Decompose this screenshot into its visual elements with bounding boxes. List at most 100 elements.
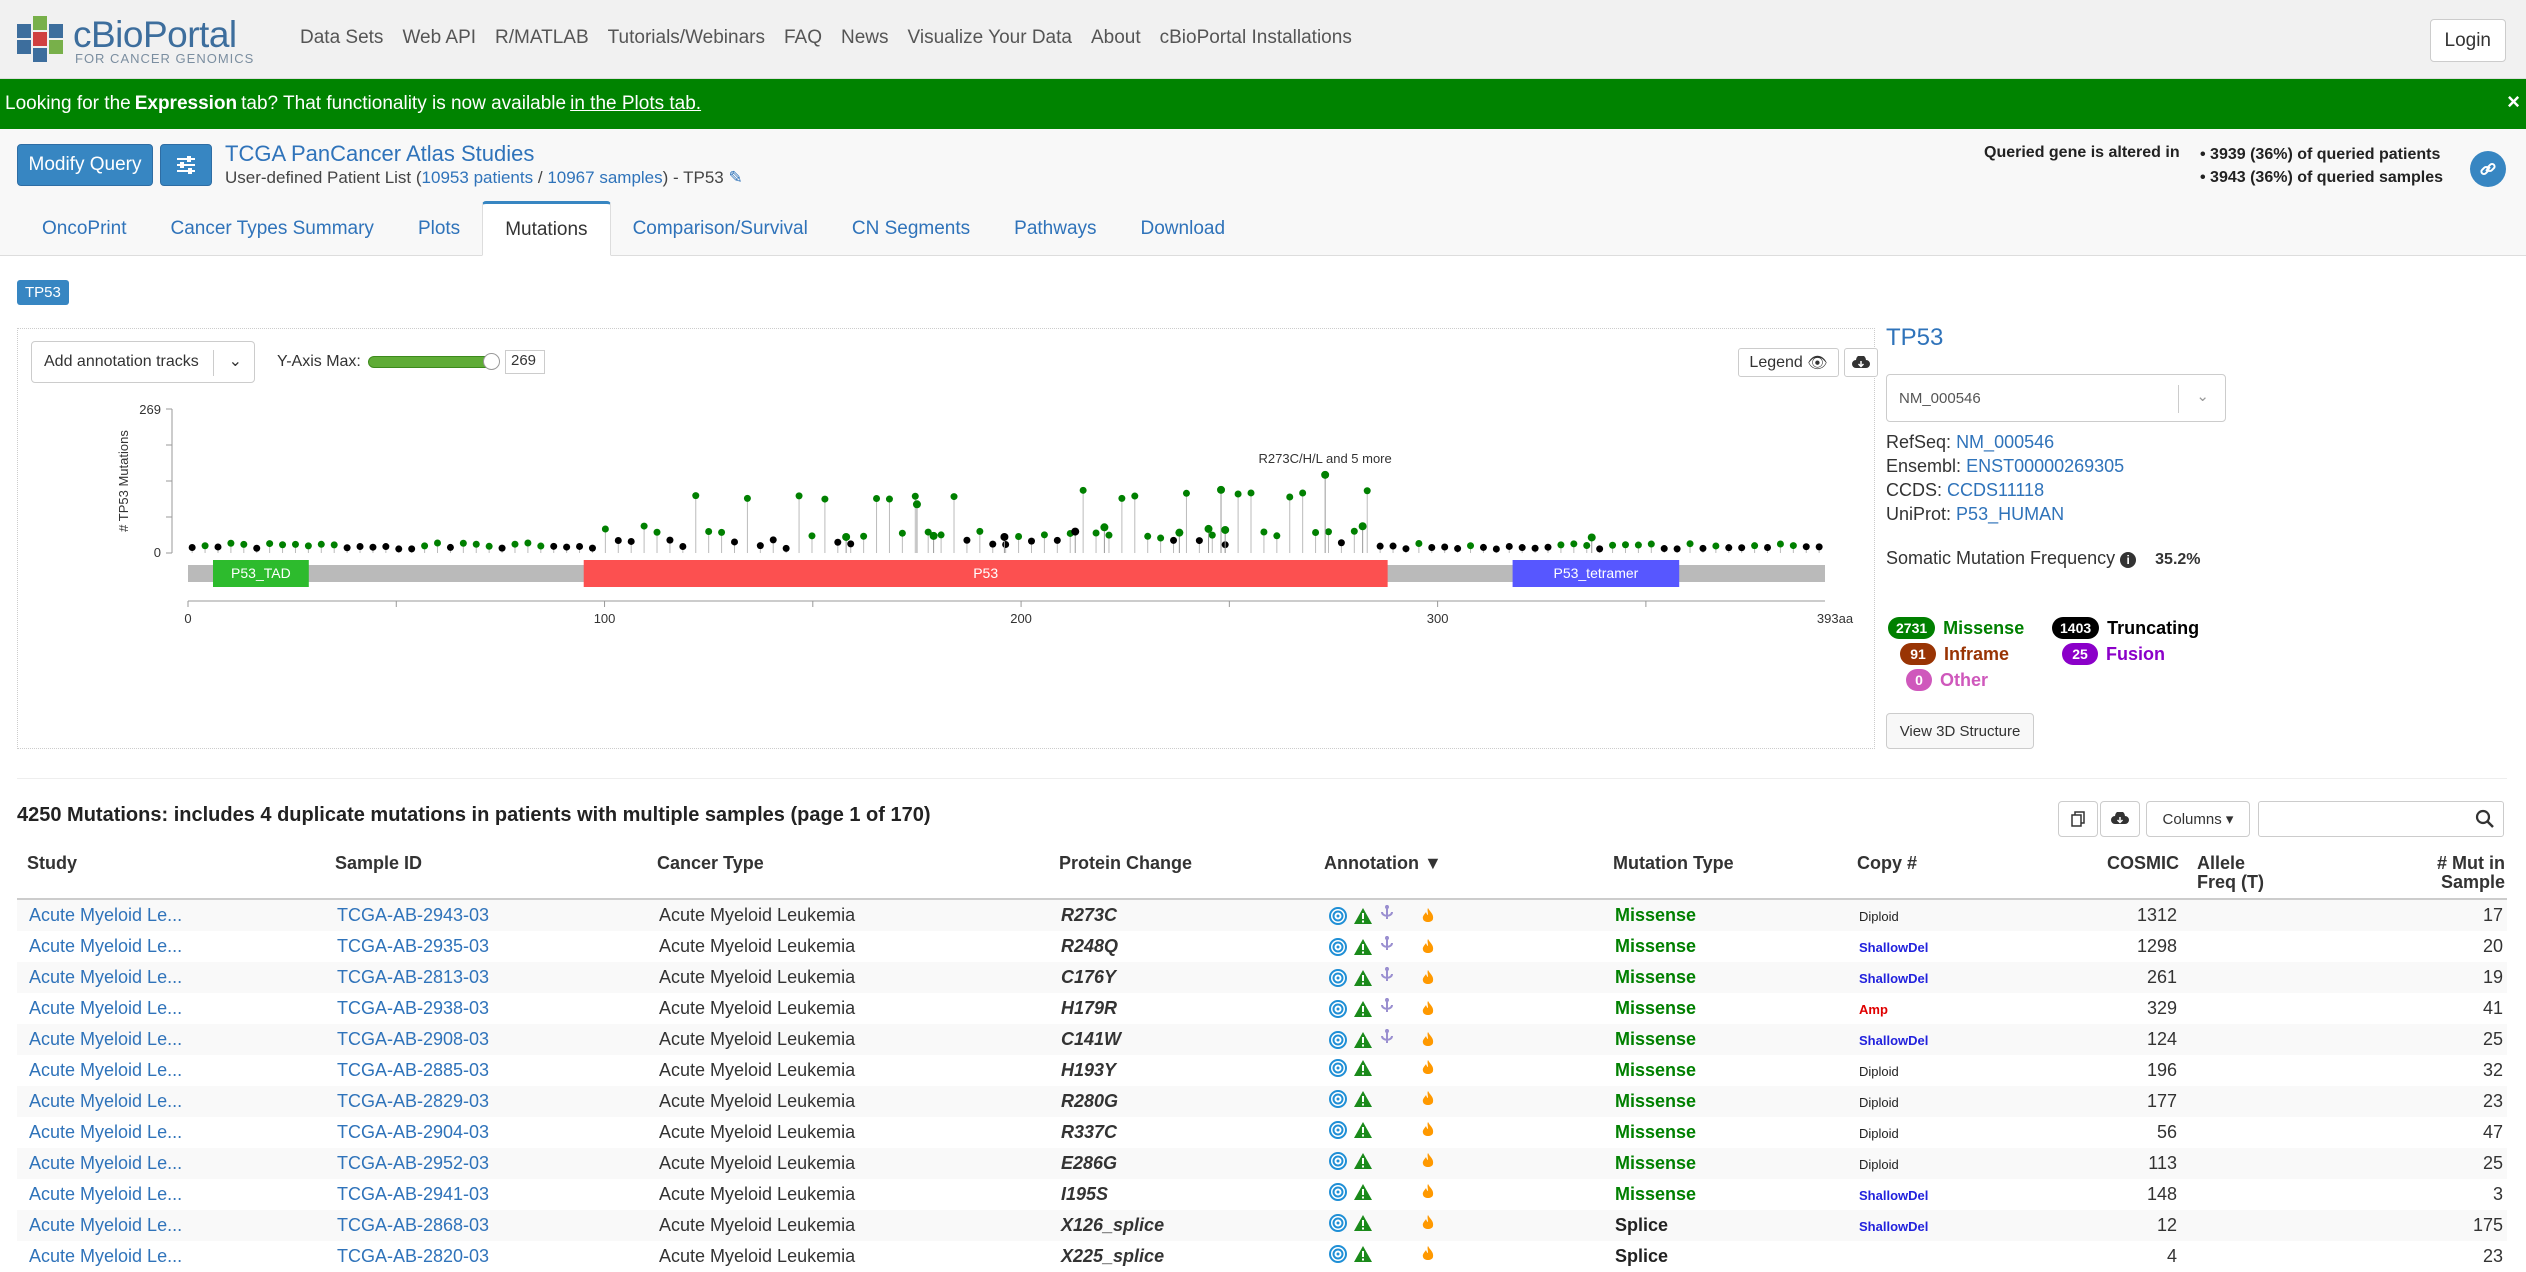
warning-triangle-icon[interactable] [1353,1000,1373,1018]
login-button[interactable]: Login [2429,19,2506,62]
warning-triangle-icon[interactable] [1353,1059,1373,1077]
samples-count[interactable]: 10967 [547,168,594,187]
hotspot-flame-icon[interactable] [1421,1152,1435,1170]
nav-installations[interactable]: cBioPortal Installations [1160,27,1352,49]
filter-other[interactable]: 0 Other [1906,669,1988,691]
protein-change-cell[interactable]: R280G [1061,1091,1118,1112]
cosmic-cell[interactable]: 124 [2097,1029,2177,1050]
oncokb-icon[interactable] [1329,968,1347,987]
cosmic-cell[interactable]: 1312 [2097,905,2177,926]
protein-change-cell[interactable]: R337C [1061,1122,1117,1143]
tab-plots[interactable]: Plots [396,201,482,256]
warning-triangle-icon[interactable] [1353,969,1373,987]
sample-id-link[interactable]: TCGA-AB-2935-03 [337,936,489,956]
warning-triangle-icon[interactable] [1353,1090,1373,1108]
study-link[interactable]: Acute Myeloid Le... [29,1153,182,1173]
sample-id-link[interactable]: TCGA-AB-2868-03 [337,1215,489,1235]
sample-id-link[interactable]: TCGA-AB-2813-03 [337,967,489,987]
warning-triangle-icon[interactable] [1353,1183,1373,1201]
hotspot-flame-icon[interactable] [1421,1121,1435,1139]
legend-button[interactable]: Legend 👁 [1738,348,1839,377]
refseq-link[interactable]: NM_000546 [1956,432,2054,452]
hotspot-flame-icon[interactable] [1421,938,1435,956]
sample-id-link[interactable]: TCGA-AB-2908-03 [337,1029,489,1049]
oncokb-icon[interactable] [1329,1121,1347,1139]
col-sample-id[interactable]: Sample ID [335,854,422,873]
study-link[interactable]: Acute Myeloid Le... [29,998,182,1018]
study-link[interactable]: Acute Myeloid Le... [29,1029,182,1049]
protein-change-cell[interactable]: I195S [1061,1184,1108,1205]
copy-button[interactable] [2058,801,2098,837]
oncokb-icon[interactable] [1329,999,1347,1018]
nav-visualize[interactable]: Visualize Your Data [908,27,1072,49]
hotspot-flame-icon[interactable] [1421,969,1435,987]
banner-plots-link[interactable]: in the Plots tab. [570,93,701,115]
protein-change-cell[interactable]: C141W [1061,1029,1121,1050]
cosmic-cell[interactable]: 56 [2097,1122,2177,1143]
filter-inframe[interactable]: 91 Inframe [1900,643,2009,665]
sample-id-link[interactable]: TCGA-AB-2952-03 [337,1153,489,1173]
settings-button[interactable] [160,144,212,186]
cosmic-cell[interactable]: 177 [2097,1091,2177,1112]
warning-triangle-icon[interactable] [1353,907,1373,925]
cosmic-cell[interactable]: 261 [2097,967,2177,988]
cosmic-cell[interactable]: 148 [2097,1184,2177,1205]
oncokb-icon[interactable] [1329,1214,1347,1232]
cosmic-cell[interactable]: 12 [2097,1215,2177,1236]
uniprot-link[interactable]: P53_HUMAN [1956,504,2064,524]
warning-triangle-icon[interactable] [1353,1031,1373,1049]
filter-fusion[interactable]: 25 Fusion [2062,643,2165,665]
nav-news[interactable]: News [841,27,889,49]
protein-change-cell[interactable]: H193Y [1061,1060,1116,1081]
tab-cn-segments[interactable]: CN Segments [830,201,992,256]
warning-triangle-icon[interactable] [1353,1214,1373,1232]
download-table-button[interactable] [2100,801,2140,837]
hotspot-flame-icon[interactable] [1421,1245,1435,1263]
oncokb-icon[interactable] [1329,1152,1347,1170]
cbioportal-logo[interactable]: cBioPortal FOR CANCER GENOMICS [17,14,253,68]
protein-change-cell[interactable]: C176Y [1061,967,1116,988]
ccds-link[interactable]: CCDS11118 [1947,480,2044,500]
nav-faq[interactable]: FAQ [784,27,822,49]
sample-id-link[interactable]: TCGA-AB-2829-03 [337,1091,489,1111]
study-link[interactable]: Acute Myeloid Le... [29,1091,182,1111]
hotspot-flame-icon[interactable] [1421,1183,1435,1201]
gene-name-link[interactable]: TP53 [1886,324,1943,352]
cosmic-cell[interactable]: 113 [2097,1153,2177,1174]
tab-pathways[interactable]: Pathways [992,201,1118,256]
study-title-link[interactable]: TCGA PanCancer Atlas Studies [225,141,534,167]
cosmic-cell[interactable]: 1298 [2097,936,2177,957]
warning-triangle-icon[interactable] [1353,1245,1373,1263]
filter-truncating[interactable]: 1403 Truncating [2052,617,2199,639]
cosmic-cell[interactable]: 4 [2097,1246,2177,1267]
ensembl-link[interactable]: ENST00000269305 [1966,456,2124,476]
y-axis-max-input[interactable]: 269 [505,350,545,374]
protein-change-cell[interactable]: R248Q [1061,936,1118,957]
nav-web-api[interactable]: Web API [402,27,476,49]
share-link-button[interactable] [2470,151,2506,187]
hotspot-flame-icon[interactable] [1421,1090,1435,1108]
study-link[interactable]: Acute Myeloid Le... [29,905,182,925]
nav-data-sets[interactable]: Data Sets [300,27,383,49]
annotation-tracks-dropdown[interactable]: Add annotation tracks ⌄ [31,341,255,383]
protein-change-cell[interactable]: X225_splice [1061,1246,1164,1267]
sample-id-link[interactable]: TCGA-AB-2885-03 [337,1060,489,1080]
hotspot-flame-icon[interactable] [1421,1214,1435,1232]
sample-id-link[interactable]: TCGA-AB-2943-03 [337,905,489,925]
col-allele-freq[interactable]: Allele Freq (T) [2197,854,2287,892]
study-link[interactable]: Acute Myeloid Le... [29,1122,182,1142]
oncokb-icon[interactable] [1329,937,1347,956]
nav-tutorials[interactable]: Tutorials/Webinars [608,27,765,49]
warning-triangle-icon[interactable] [1353,1121,1373,1139]
civic-icon[interactable] [1379,904,1395,922]
civic-icon[interactable] [1379,1028,1395,1046]
cosmic-cell[interactable]: 196 [2097,1060,2177,1081]
study-link[interactable]: Acute Myeloid Le... [29,936,182,956]
sample-id-link[interactable]: TCGA-AB-2941-03 [337,1184,489,1204]
table-search-input[interactable] [2258,801,2504,837]
col-copy-number[interactable]: Copy # [1857,854,1917,873]
study-link[interactable]: Acute Myeloid Le... [29,967,182,987]
protein-change-cell[interactable]: X126_splice [1061,1215,1164,1236]
study-link[interactable]: Acute Myeloid Le... [29,1246,182,1266]
tab-download[interactable]: Download [1119,201,1248,256]
